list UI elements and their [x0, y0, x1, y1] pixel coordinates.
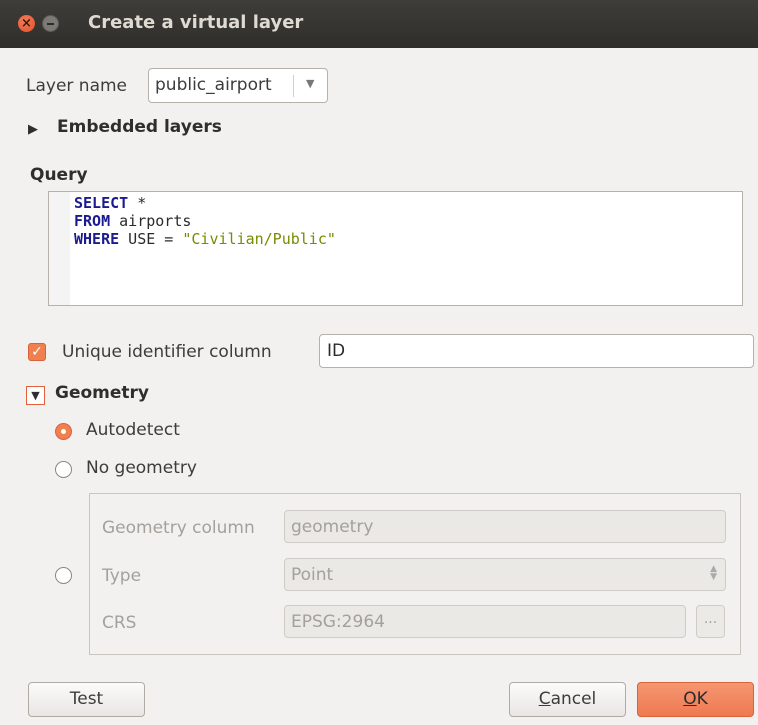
- query-label: Query: [30, 165, 88, 185]
- type-select[interactable]: Point ▲ ▼: [284, 558, 726, 591]
- cancel-mnemonic: C: [538, 689, 551, 709]
- embedded-layers-header[interactable]: Embedded layers: [57, 117, 222, 137]
- autodetect-label: Autodetect: [86, 420, 180, 440]
- crs-label: CRS: [102, 613, 137, 633]
- cancel-button[interactable]: Cancel: [509, 682, 626, 717]
- geometry-column-label: Geometry column: [102, 518, 255, 538]
- window-title: Create a virtual layer: [88, 12, 304, 33]
- unique-id-value: ID: [327, 341, 346, 361]
- type-value: Point: [291, 565, 334, 585]
- sql-keyword: WHERE: [74, 230, 120, 248]
- query-code[interactable]: SELECT * FROM airports WHERE USE = "Civi…: [74, 194, 336, 248]
- crs-field[interactable]: EPSG:2964: [284, 605, 686, 638]
- custom-geometry-radio[interactable]: [55, 567, 72, 584]
- test-button[interactable]: Test: [28, 682, 145, 717]
- spin-arrows-icon: ▲ ▼: [710, 564, 717, 582]
- combo-separator: [293, 75, 294, 97]
- unique-id-label: Unique identifier column: [62, 342, 272, 362]
- sql-keyword: SELECT: [74, 194, 129, 212]
- layer-name-label: Layer name: [26, 76, 128, 96]
- no-geometry-radio[interactable]: [55, 461, 72, 478]
- collapsed-triangle-icon[interactable]: ▶: [28, 122, 38, 137]
- expanded-triangle-icon[interactable]: ▼: [26, 386, 45, 405]
- layer-name-value[interactable]: public_airport: [155, 75, 289, 95]
- crs-value: EPSG:2964: [291, 612, 385, 632]
- minimize-icon[interactable]: [42, 15, 59, 32]
- query-editor[interactable]: SELECT * FROM airports WHERE USE = "Civi…: [48, 191, 743, 306]
- chevron-down-icon[interactable]: ▼: [306, 77, 314, 90]
- unique-id-field[interactable]: ID: [319, 334, 754, 368]
- title-bar: × Create a virtual layer: [0, 0, 758, 48]
- ok-label: K: [696, 689, 708, 709]
- ok-mnemonic: O: [683, 689, 697, 709]
- sql-text: *: [128, 194, 147, 212]
- close-icon[interactable]: ×: [18, 15, 35, 32]
- layer-name-combo[interactable]: public_airport ▼: [148, 68, 328, 103]
- unique-id-checkbox[interactable]: ✓: [28, 343, 46, 361]
- geometry-header[interactable]: Geometry: [55, 383, 149, 403]
- sql-text: airports: [110, 212, 192, 230]
- sql-keyword: FROM: [74, 212, 111, 230]
- sql-text: USE =: [119, 230, 183, 248]
- cancel-label: ancel: [550, 689, 597, 709]
- line-gutter: [49, 192, 70, 305]
- autodetect-radio[interactable]: [55, 423, 72, 440]
- no-geometry-label: No geometry: [86, 458, 197, 478]
- geometry-column-value: geometry: [291, 517, 374, 537]
- sql-string: "Civilian/Public": [182, 230, 336, 248]
- type-label: Type: [102, 566, 142, 586]
- geometry-column-field[interactable]: geometry: [284, 510, 726, 543]
- crs-select-button[interactable]: ...: [696, 605, 725, 638]
- ok-button[interactable]: OK: [637, 682, 754, 717]
